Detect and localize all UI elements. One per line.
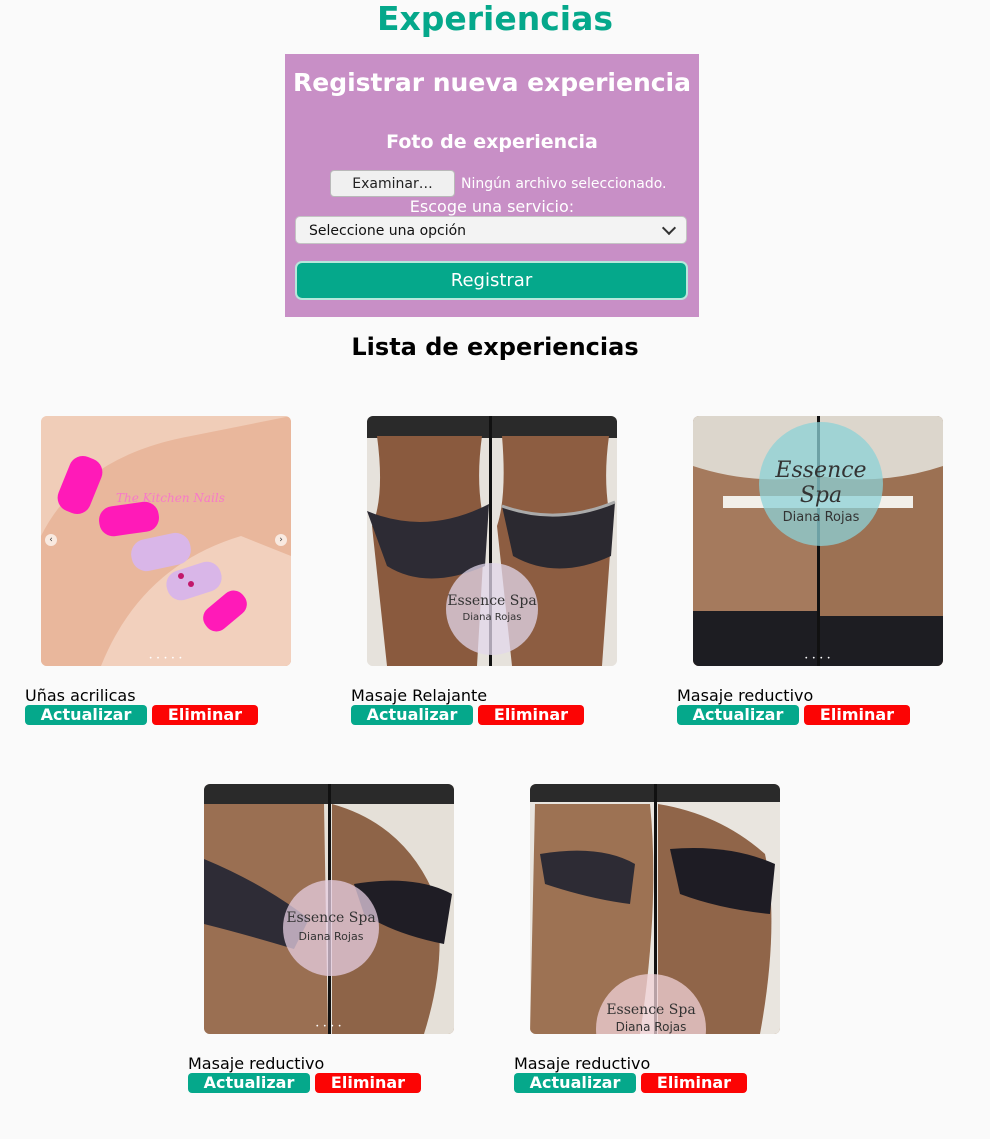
service-select[interactable]: Seleccione una opción bbox=[295, 216, 687, 244]
experience-card: Essence Spa Diana Rojas • • • • Masaje r… bbox=[188, 784, 468, 1104]
update-button[interactable]: Actualizar bbox=[514, 1073, 636, 1093]
experience-card: Essence Spa Diana Rojas Masaje reductivo… bbox=[514, 784, 794, 1104]
carousel-dots: • • • • bbox=[315, 1023, 343, 1030]
experience-image: Essence Spa Diana Rojas bbox=[530, 784, 780, 1034]
experience-name: Masaje reductivo bbox=[514, 1054, 651, 1073]
experience-image: Essence Spa Diana Rojas • • • • bbox=[693, 416, 943, 666]
nails-photo: The Kitchen Nails bbox=[41, 416, 291, 666]
delete-button[interactable]: Eliminar bbox=[641, 1073, 747, 1093]
service-select-value: Seleccione una opción bbox=[309, 223, 467, 239]
update-button[interactable]: Actualizar bbox=[25, 705, 147, 725]
update-button[interactable]: Actualizar bbox=[677, 705, 799, 725]
chevron-down-icon bbox=[661, 220, 677, 236]
experience-card: Essence Spa Diana Rojas Masaje Relajante… bbox=[351, 416, 631, 736]
service-label: Escoge una servicio: bbox=[409, 197, 575, 216]
form-title: Registrar nueva experiencia bbox=[293, 68, 691, 97]
experience-card: Essence Spa Diana Rojas • • • • Masaje r… bbox=[677, 416, 957, 736]
delete-button[interactable]: Eliminar bbox=[478, 705, 584, 725]
experience-name: Uñas acrilicas bbox=[25, 686, 136, 705]
experience-image: Essence Spa Diana Rojas • • • • bbox=[204, 784, 454, 1034]
spa-watermark: Essence Spa Diana Rojas bbox=[446, 563, 538, 655]
experience-card: The Kitchen Nails ‹ › • • • • • Uñas acr… bbox=[25, 416, 305, 736]
photo-label: Foto de experiencia bbox=[386, 131, 598, 153]
experience-name: Masaje Relajante bbox=[351, 686, 488, 705]
experience-image: The Kitchen Nails ‹ › • • • • • bbox=[41, 416, 291, 666]
file-status-text: Ningún archivo seleccionado. bbox=[461, 176, 667, 192]
spa-watermark: Essence Spa Diana Rojas bbox=[283, 880, 379, 976]
delete-button[interactable]: Eliminar bbox=[315, 1073, 421, 1093]
page-title: Experiencias bbox=[376, 0, 614, 38]
experience-image: Essence Spa Diana Rojas bbox=[367, 416, 617, 666]
register-button[interactable]: Registrar bbox=[295, 261, 688, 300]
update-button[interactable]: Actualizar bbox=[351, 705, 473, 725]
carousel-dots: • • • • bbox=[804, 655, 832, 662]
carousel-next-icon[interactable]: › bbox=[275, 534, 287, 546]
delete-button[interactable]: Eliminar bbox=[804, 705, 910, 725]
carousel-dots: • • • • • bbox=[148, 655, 184, 662]
browse-file-button[interactable]: Examinar… bbox=[330, 170, 455, 197]
spa-watermark: Essence Spa Diana Rojas bbox=[759, 422, 883, 546]
experience-name: Masaje reductivo bbox=[188, 1054, 325, 1073]
page: Experiencias Registrar nueva experiencia… bbox=[0, 0, 990, 1139]
update-button[interactable]: Actualizar bbox=[188, 1073, 310, 1093]
delete-button[interactable]: Eliminar bbox=[152, 705, 258, 725]
nails-watermark: The Kitchen Nails bbox=[116, 491, 225, 505]
register-experience-form: Registrar nueva experiencia Foto de expe… bbox=[285, 54, 699, 317]
carousel-prev-icon[interactable]: ‹ bbox=[45, 534, 57, 546]
experience-name: Masaje reductivo bbox=[677, 686, 814, 705]
list-title: Lista de experiencias bbox=[351, 333, 639, 361]
